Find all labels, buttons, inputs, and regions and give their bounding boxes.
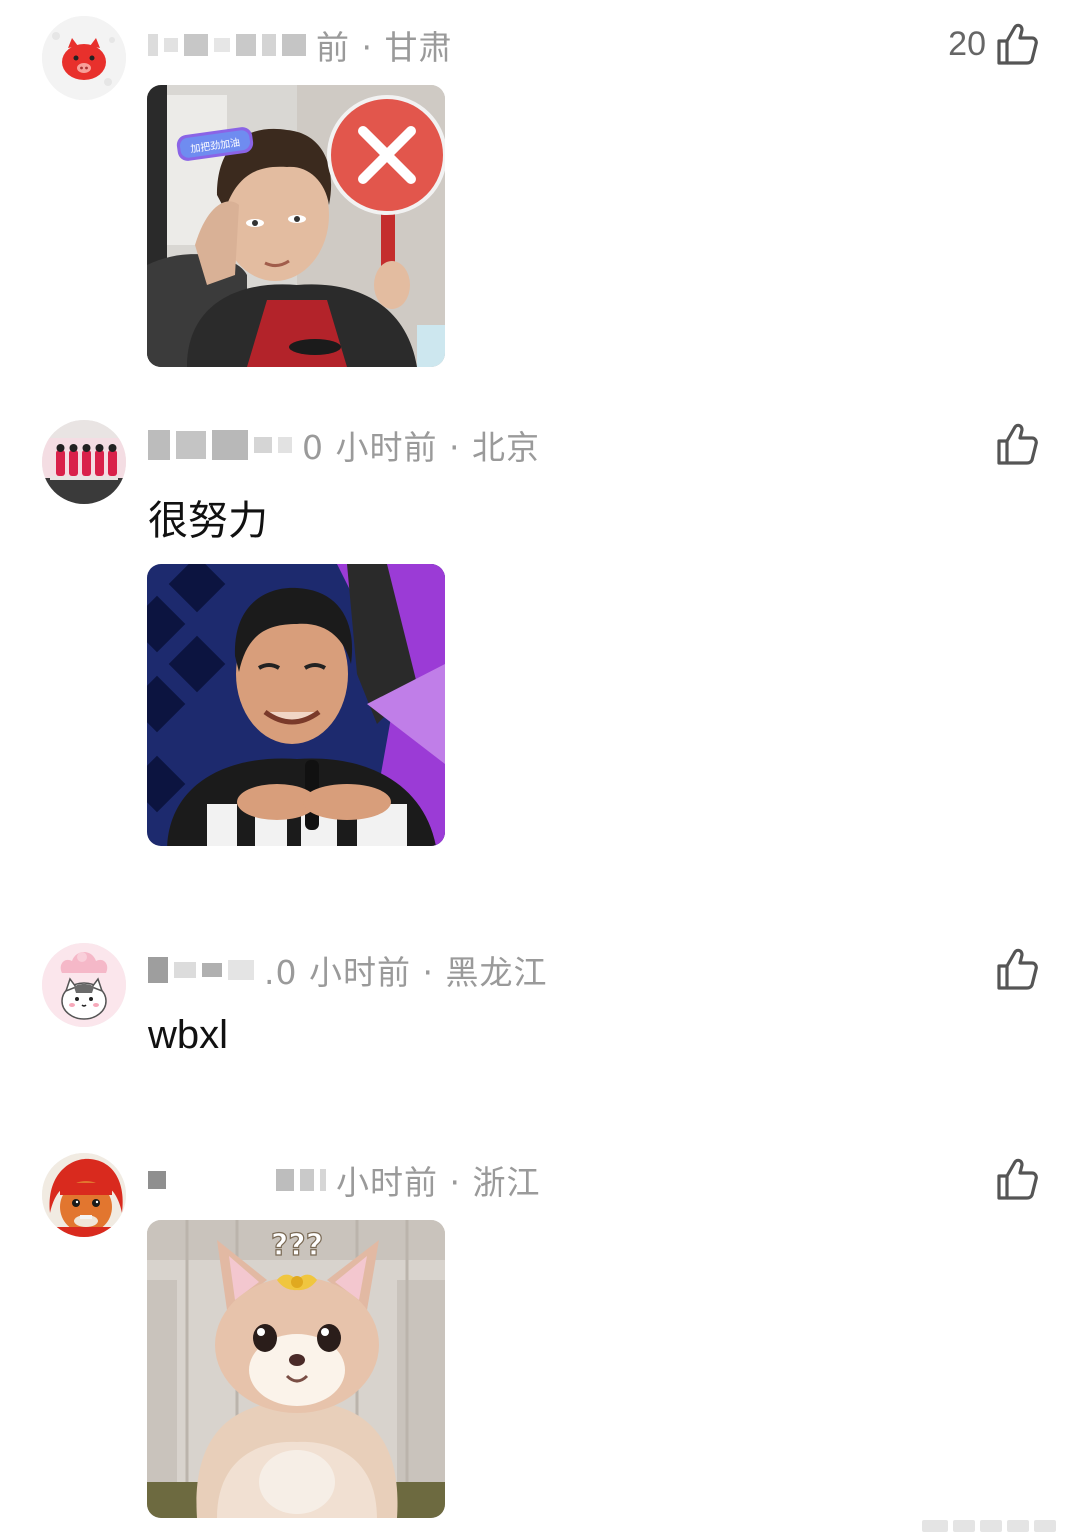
avatar[interactable] bbox=[42, 16, 126, 100]
avatar[interactable] bbox=[42, 420, 126, 504]
comment-meta: 小时前 · 浙江 bbox=[148, 1157, 540, 1203]
comment-sticker[interactable]: ??? bbox=[147, 1220, 445, 1518]
comment-sticker[interactable] bbox=[147, 564, 445, 846]
comment-time-location: 前 · 甘肃 bbox=[316, 28, 453, 67]
like-count: 20 bbox=[948, 24, 986, 63]
redacted-username bbox=[148, 34, 312, 56]
comment-meta: .0 小时前 · 黑龙江 bbox=[148, 947, 547, 993]
comment-time-location: 小时前 · 浙江 bbox=[336, 1163, 541, 1202]
redacted-username bbox=[148, 957, 260, 983]
like-button[interactable] bbox=[986, 943, 1040, 995]
red-uniform-guards-avatar-icon bbox=[42, 420, 126, 504]
comment-item: 小时前 · 浙江 ??? bbox=[0, 1135, 1080, 1540]
comment-text: 很努力 bbox=[148, 498, 268, 544]
comment-text: wbxl bbox=[148, 1013, 229, 1057]
redacted-username bbox=[148, 430, 298, 460]
thumbs-up-icon bbox=[997, 948, 1038, 990]
red-hair-cartoon-avatar-icon bbox=[42, 1153, 126, 1237]
like-button[interactable]: 20 bbox=[948, 18, 1040, 70]
thumbs-up-icon bbox=[997, 23, 1038, 65]
man-smiling-with-microphone bbox=[147, 564, 445, 846]
comment-meta: 0 小时前 · 北京 bbox=[148, 422, 540, 468]
watermark bbox=[922, 1518, 1072, 1534]
comment-meta: 前 · 甘肃 bbox=[148, 22, 452, 68]
avatar[interactable] bbox=[42, 1153, 126, 1237]
comment-item: .0 小时前 · 黑龙江 wbxl bbox=[0, 925, 1080, 1125]
pink-fox-mascot-confused: ??? bbox=[147, 1220, 445, 1518]
thumbs-up-icon bbox=[997, 423, 1038, 465]
like-button[interactable] bbox=[986, 1153, 1040, 1205]
like-button[interactable] bbox=[986, 418, 1040, 470]
comment-item: 0 小时前 · 北京 很努力 bbox=[0, 400, 1080, 900]
comment-sticker[interactable]: 加把劲加油 bbox=[147, 85, 445, 367]
comment-time-location: .0 小时前 · 黑龙江 bbox=[264, 953, 548, 992]
pink-cat-avatar-icon bbox=[42, 943, 126, 1027]
avatar[interactable] bbox=[42, 943, 126, 1027]
redacted-username bbox=[148, 1169, 332, 1191]
man-holding-red-x-sign: 加把劲加油 bbox=[147, 85, 445, 367]
red-pig-avatar-icon bbox=[42, 16, 126, 100]
comment-time-location: 0 小时前 · 北京 bbox=[302, 428, 540, 467]
thumbs-up-icon bbox=[997, 1158, 1038, 1200]
svg-text:???: ??? bbox=[271, 1228, 323, 1263]
comment-item: 前 · 甘肃 20 加把劲加油 bbox=[0, 0, 1080, 390]
